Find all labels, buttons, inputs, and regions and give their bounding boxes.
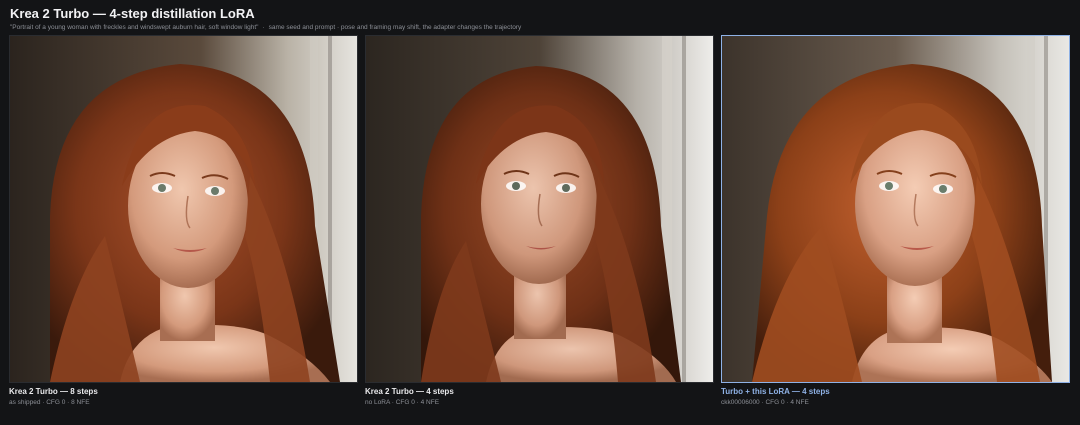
panel-subtitle: ckk00006000 · CFG 0 · 4 NFE [721, 399, 809, 406]
panel-title: Krea 2 Turbo — 4 steps [365, 387, 454, 396]
comparison-note: same seed and prompt · pose and framing … [268, 24, 522, 31]
portrait-illustration [366, 36, 713, 382]
portrait-image[interactable] [365, 35, 714, 383]
prompt-text: "Portrait of a young woman with freckles… [10, 24, 259, 31]
panel-4-steps: Krea 2 Turbo — 4 steps no LoRA · CFG 0 ·… [365, 35, 714, 407]
image-panels: Krea 2 Turbo — 8 steps as shipped · CFG … [9, 35, 1071, 420]
portrait-image[interactable] [9, 35, 358, 383]
header: Krea 2 Turbo — 4-step distillation LoRA … [10, 6, 1070, 32]
comparison-page: Krea 2 Turbo — 4-step distillation LoRA … [0, 0, 1080, 425]
page-subtitle: "Portrait of a young woman with freckles… [10, 23, 1070, 32]
panel-8-steps: Krea 2 Turbo — 8 steps as shipped · CFG … [9, 35, 358, 407]
separator-dot: · [262, 24, 265, 31]
portrait-image[interactable] [721, 35, 1070, 383]
panel-title: Krea 2 Turbo — 8 steps [9, 387, 98, 396]
panel-title: Turbo + this LoRA — 4 steps [721, 387, 830, 396]
panel-subtitle: as shipped · CFG 0 · 8 NFE [9, 399, 90, 406]
panel-subtitle: no LoRA · CFG 0 · 4 NFE [365, 399, 440, 406]
portrait-illustration [10, 36, 357, 382]
panel-lora-4-steps: Turbo + this LoRA — 4 steps ckk00006000 … [721, 35, 1070, 407]
page-title: Krea 2 Turbo — 4-step distillation LoRA [10, 6, 255, 21]
portrait-illustration [722, 36, 1069, 382]
